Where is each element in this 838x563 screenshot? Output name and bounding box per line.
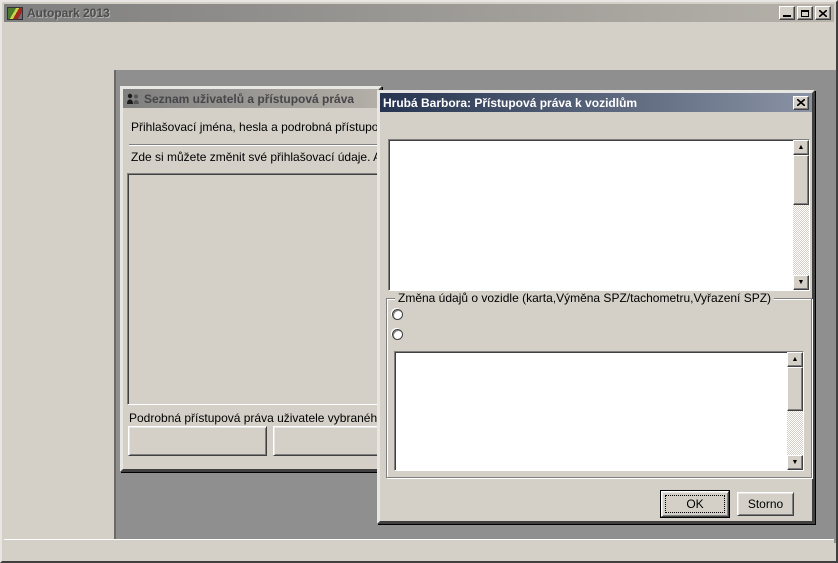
users-dialog: Seznam uživatelů a přístupová práva Přih… [120, 86, 382, 472]
rights-dialog-title: Hrubá Barbora: Přístupová práva k vozidl… [383, 96, 637, 110]
operations-scrollbar[interactable]: ▲ ▼ [793, 140, 809, 290]
sidebar [4, 70, 116, 543]
scroll-down-icon[interactable]: ▼ [793, 275, 809, 290]
storno-button[interactable]: Storno [737, 492, 794, 516]
users-icon [126, 93, 140, 105]
radio-all-vehicles[interactable] [392, 309, 409, 320]
vehicles-scrollbar[interactable]: ▲ ▼ [787, 352, 803, 470]
menu-bar [4, 23, 834, 42]
maximize-button[interactable] [797, 6, 813, 20]
rights-close-button[interactable] [793, 96, 809, 110]
ok-button[interactable]: OK [661, 491, 729, 517]
window-title: Autopark 2013 [27, 6, 110, 20]
app-window: Autopark 2013 Seznam uživatelů a přístup… [0, 0, 838, 563]
scroll-down-icon[interactable]: ▼ [787, 455, 803, 470]
users-intro-1: Přihlašovací jména, hesla a podrobná pří… [131, 120, 379, 134]
mdi-area: Seznam uživatelů a přístupová práva Přih… [4, 70, 838, 543]
close-button[interactable] [815, 6, 831, 20]
radio-selected-vehicles[interactable] [392, 329, 409, 340]
groupbox-label: Změna údajů o vozidle (karta,Výměna SPZ/… [395, 291, 774, 305]
scrollbar-thumb[interactable] [787, 367, 803, 411]
rights-dialog: Hrubá Barbora: Přístupová práva k vozidl… [377, 90, 815, 524]
main-titlebar: Autopark 2013 [4, 4, 834, 22]
users-footer-label: Podrobná přístupová práva uživatele vybr… [129, 411, 379, 425]
divider [129, 144, 379, 146]
status-bar [4, 539, 834, 559]
scroll-up-icon[interactable]: ▲ [793, 140, 809, 155]
radio-icon [392, 329, 403, 340]
vehicles-list: ▲ ▼ [394, 351, 804, 471]
users-intro-2: Zde si můžete změnit své přihlašovací úd… [131, 150, 379, 164]
scroll-up-icon[interactable]: ▲ [787, 352, 803, 367]
users-dialog-titlebar: Seznam uživatelů a přístupová práva [123, 89, 379, 108]
general-rights-button[interactable] [128, 426, 267, 456]
radio-icon [392, 309, 403, 320]
vehicle-rights-button[interactable] [273, 426, 379, 456]
operations-list: ▲ ▼ [388, 139, 810, 291]
scrollbar-thumb[interactable] [793, 155, 809, 205]
users-dialog-title: Seznam uživatelů a přístupová práva [144, 92, 354, 106]
minimize-button[interactable] [779, 6, 795, 20]
app-icon [7, 7, 23, 20]
toolbar [4, 42, 834, 70]
users-table [127, 173, 379, 405]
rights-dialog-titlebar: Hrubá Barbora: Přístupová práva k vozidl… [380, 93, 812, 112]
